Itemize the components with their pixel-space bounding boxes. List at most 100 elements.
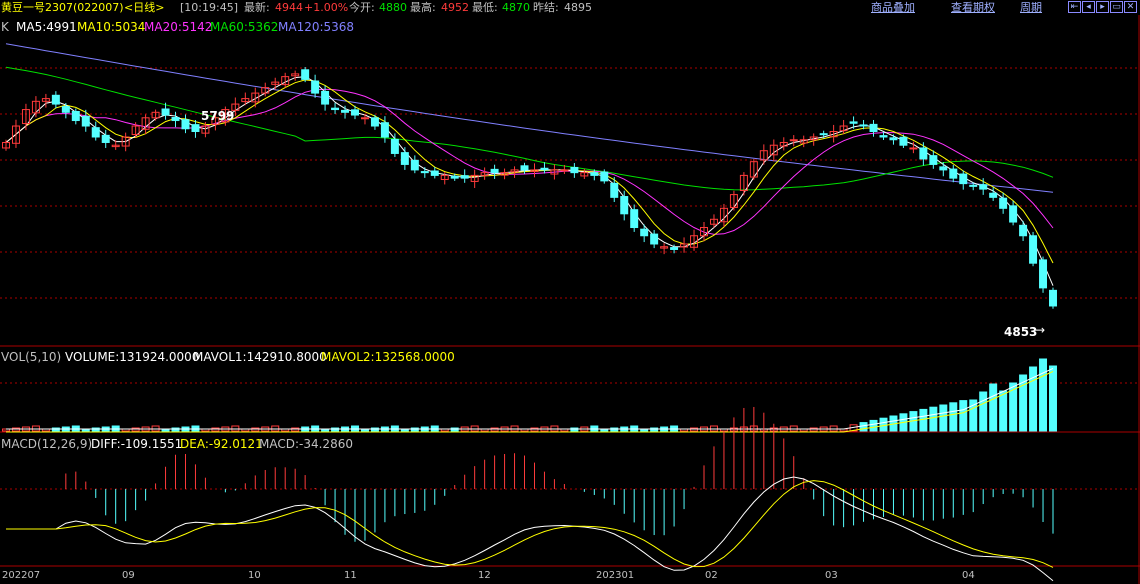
ma5-line — [5, 76, 1054, 286]
x-tick: 09 — [122, 570, 135, 581]
candle-body — [600, 171, 609, 182]
candle-body — [969, 184, 978, 187]
kline-chart[interactable] — [0, 0, 1140, 584]
x-tick: 02 — [705, 570, 718, 581]
candle-body — [929, 155, 938, 165]
candle-body — [849, 121, 858, 124]
candle-body — [570, 166, 579, 174]
candle-body — [360, 117, 369, 120]
candle-body — [979, 184, 988, 190]
candle-body — [620, 196, 629, 215]
volume-bar — [989, 383, 998, 432]
candle-body — [1009, 205, 1018, 223]
mavol1-value: MAVOL1:142910.8000 — [193, 350, 327, 364]
volume-bar — [949, 402, 958, 432]
candle-body — [939, 166, 948, 171]
candle-body — [91, 127, 100, 138]
candle-body — [181, 119, 190, 130]
high-price-marker: 5799 — [201, 109, 235, 123]
volume-bar — [959, 400, 968, 432]
candle-body — [341, 109, 350, 113]
volume-bar — [859, 422, 868, 432]
candle-body — [520, 165, 529, 171]
volume-bars — [2, 358, 1057, 433]
ma20-label: MA20:5142 — [144, 20, 213, 34]
candle-body — [410, 159, 419, 171]
volume-bar — [979, 391, 988, 432]
candle-body — [351, 109, 359, 116]
candle-body — [380, 122, 389, 138]
candle-body — [71, 110, 80, 122]
volume-value: VOLUME:131924.0000 — [65, 350, 200, 364]
ma120-label: MA120:5368 — [278, 20, 355, 34]
candle-body — [610, 182, 619, 198]
candle-body — [450, 175, 459, 179]
candle-body — [61, 106, 70, 113]
candle-body — [959, 173, 968, 185]
x-tick: 11 — [344, 570, 357, 581]
candle-body — [1039, 259, 1048, 289]
volume-bar — [1049, 365, 1057, 432]
k-label: K — [1, 20, 9, 34]
macd-value: MACD:-34.2860 — [259, 437, 353, 451]
x-tick: 10 — [248, 570, 261, 581]
vol-label: VOL(5,10) — [1, 350, 62, 364]
candle-body — [789, 139, 798, 142]
volume-bar — [869, 419, 878, 432]
candle-body — [430, 170, 439, 176]
candle-body — [899, 136, 908, 146]
candle-body — [161, 108, 170, 116]
candle-body — [819, 133, 828, 136]
candle-body — [949, 168, 958, 179]
x-tick: 04 — [962, 570, 975, 581]
ma5-line — [5, 76, 1054, 286]
candle-body — [51, 94, 60, 105]
candle-body — [590, 172, 599, 176]
ma60-label: MA60:5362 — [210, 20, 279, 34]
candle-body — [420, 171, 429, 174]
candle-body — [331, 107, 340, 111]
candle-body — [81, 115, 90, 127]
candle-body — [919, 147, 928, 160]
candle-body — [321, 90, 330, 105]
candle-body — [171, 117, 180, 122]
candle-body — [1029, 235, 1038, 264]
candle-body — [650, 233, 659, 245]
volume-bar — [879, 417, 888, 432]
candle-body — [879, 135, 888, 138]
low-price-marker: 4853 — [1004, 325, 1038, 339]
volume-bar — [939, 404, 948, 432]
diff-value: DIFF:-109.1551 — [91, 437, 183, 451]
candle-body — [101, 134, 110, 143]
candle-body — [400, 152, 409, 165]
macd-diff-line — [6, 476, 1054, 582]
candle-body — [859, 124, 868, 127]
candle-body — [869, 123, 878, 133]
candle-body — [301, 69, 310, 80]
candle-body — [670, 247, 679, 250]
x-tick: 03 — [825, 570, 838, 581]
dea-value: DEA:-92.0121 — [180, 437, 263, 451]
low-marker-arrow-icon: → — [1035, 323, 1046, 337]
candle-body — [999, 197, 1008, 209]
chart-grid — [0, 15, 1140, 584]
candle-body — [390, 138, 399, 154]
volume-bar — [929, 406, 938, 432]
candle-body — [191, 124, 200, 133]
x-tick: 202301 — [596, 570, 635, 581]
candle-body — [560, 169, 569, 172]
mavol2-value: MAVOL2:132568.0000 — [321, 350, 455, 364]
candle-body — [909, 147, 918, 150]
candle-body — [370, 117, 379, 127]
volume-bar — [999, 390, 1008, 432]
volume-bar — [1039, 358, 1048, 432]
macd-histogram — [6, 406, 1054, 582]
candle-body — [490, 168, 499, 174]
candle-body — [1049, 289, 1057, 307]
candle-body — [1019, 224, 1028, 237]
candle-body — [540, 167, 549, 171]
ma5-label: MA5:4991 — [16, 20, 77, 34]
candle-body — [889, 137, 898, 141]
x-tick: 202207 — [2, 570, 41, 581]
volume-bar — [919, 408, 928, 432]
